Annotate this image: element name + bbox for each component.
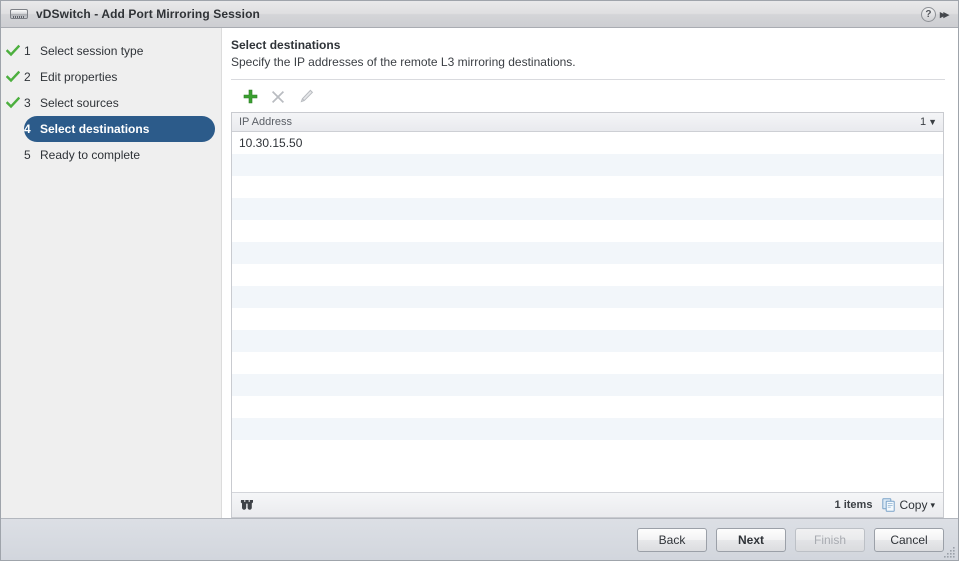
table-row-empty (232, 374, 943, 396)
resize-grip[interactable] (944, 546, 956, 558)
destinations-table: IP Address 1 ▼ 10.30.15.50 1 items Copy … (231, 112, 944, 518)
page-description: Specify the IP addresses of the remote L… (231, 55, 576, 69)
checkmark-icon (6, 70, 20, 83)
column-count: 1 (919, 116, 927, 128)
table-header-row: IP Address 1 ▼ (232, 113, 943, 132)
step-number: 5 (24, 148, 31, 162)
table-row-empty (232, 220, 943, 242)
help-button[interactable]: ? (920, 6, 936, 22)
wizard-steps-sidebar: 1 Select session type 2 Edit properties … (1, 28, 222, 518)
table-row-empty (232, 242, 943, 264)
copy-label: Copy (899, 498, 928, 512)
table-toolbar (231, 81, 945, 112)
step-label: Select session type (40, 44, 144, 58)
back-button[interactable]: Back (637, 527, 707, 552)
remove-button (265, 85, 291, 109)
step-number: 1 (24, 44, 31, 58)
sidebar-step-4[interactable]: 4 Select destinations (24, 116, 215, 142)
dialog-window: vDSwitch - Add Port Mirroring Session ? … (0, 0, 959, 561)
table-body: 10.30.15.50 (232, 132, 943, 492)
item-count-label: 1 items (834, 499, 873, 511)
header-divider (231, 79, 945, 80)
step-label: Edit properties (40, 70, 118, 84)
title-bar: vDSwitch - Add Port Mirroring Session ? … (1, 1, 958, 28)
double-chevron-right-icon: ▸▸ (939, 8, 949, 21)
table-row-empty (232, 176, 943, 198)
table-row-empty (232, 154, 943, 176)
table-row-empty (232, 198, 943, 220)
step-label: Ready to complete (40, 148, 141, 162)
cell-ip-address: 10.30.15.50 (239, 136, 303, 150)
add-button[interactable] (237, 85, 263, 109)
close-x-icon (272, 90, 284, 103)
table-row-empty (232, 308, 943, 330)
cancel-button[interactable]: Cancel (874, 527, 944, 552)
pencil-icon (300, 89, 313, 103)
table-row-empty (232, 418, 943, 440)
dialog-footer: Back Next Finish Cancel (1, 518, 958, 560)
table-row-empty (232, 396, 943, 418)
sidebar-step-5[interactable]: 5 Ready to complete (24, 142, 215, 168)
table-row-empty (232, 330, 943, 352)
copy-icon (882, 498, 896, 512)
checkmark-icon (6, 96, 20, 109)
page-title: Select destinations (231, 38, 341, 52)
sidebar-step-3[interactable]: 3 Select sources (6, 90, 215, 116)
table-row[interactable]: 10.30.15.50 (232, 132, 943, 154)
binoculars-glyph (240, 499, 253, 510)
column-header-ip-address[interactable]: IP Address (239, 116, 920, 128)
chevron-down-icon: ▼ (928, 117, 937, 127)
window-title: vDSwitch - Add Port Mirroring Session (36, 7, 260, 21)
step-label: Select destinations (40, 122, 150, 136)
step-number: 3 (24, 96, 31, 110)
expand-button[interactable]: ▸▸ (940, 8, 950, 21)
plus-icon (243, 89, 257, 104)
table-footer: 1 items Copy ▾ (232, 492, 943, 517)
step-label: Select sources (40, 96, 119, 110)
copy-button[interactable]: Copy ▾ (880, 497, 937, 513)
finish-button: Finish (795, 527, 865, 552)
step-number: 4 (24, 122, 31, 136)
table-row-empty (232, 352, 943, 374)
table-row-empty (232, 286, 943, 308)
switch-icon (10, 8, 28, 20)
sidebar-step-2[interactable]: 2 Edit properties (6, 64, 215, 90)
binoculars-icon[interactable] (239, 499, 254, 512)
dialog-body: 1 Select session type 2 Edit properties … (1, 28, 958, 518)
edit-button (293, 85, 319, 109)
help-icon: ? (920, 6, 936, 22)
next-button[interactable]: Next (716, 527, 786, 552)
chevron-down-icon: ▾ (930, 499, 935, 510)
sidebar-step-1[interactable]: 1 Select session type (6, 38, 215, 64)
column-selector[interactable]: 1 ▼ (920, 116, 937, 128)
content-panel: Select destinations Specify the IP addre… (222, 28, 958, 518)
table-row-empty (232, 440, 943, 462)
checkmark-icon (6, 44, 20, 57)
table-row-empty (232, 264, 943, 286)
step-number: 2 (24, 70, 31, 84)
